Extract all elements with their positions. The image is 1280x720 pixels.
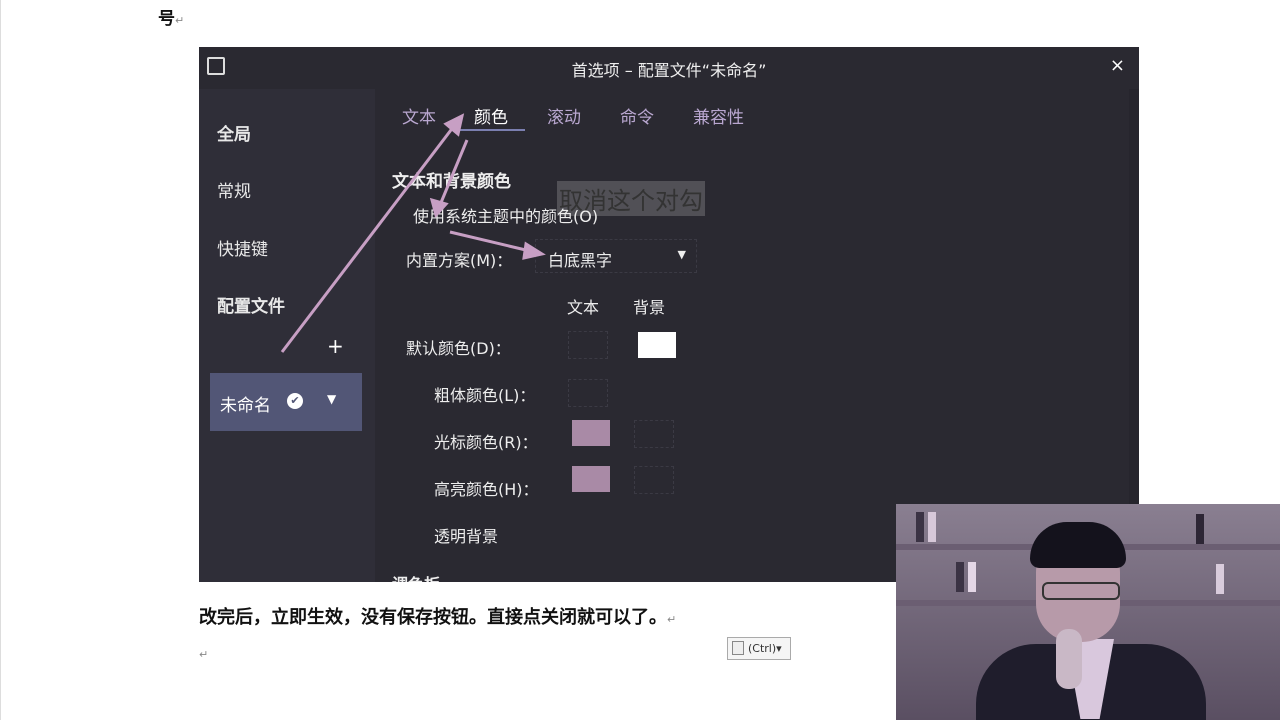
tab-colors[interactable]: 颜色 [474,103,508,128]
profile-menu-icon[interactable]: ▼ [327,392,336,406]
default-check-icon: ✔ [287,393,303,409]
chevron-down-icon: ▼ [677,248,686,261]
palette-title: 调色板 [392,571,440,582]
paste-options-label: (Ctrl)▾ [748,642,782,655]
add-profile-button[interactable]: + [327,334,344,358]
highlight-color-label: 高亮颜色(H)： [434,480,539,499]
paste-options-button[interactable]: (Ctrl)▾ [727,637,791,660]
default-text-swatch[interactable] [568,331,608,359]
tab-text[interactable]: 文本 [402,103,436,128]
book [916,512,924,542]
book [1196,514,1204,544]
sidebar-item-shortcuts[interactable]: 快捷键 [217,235,268,260]
profile-name: 未命名 [220,396,271,416]
sidebar-header-profiles: 配置文件 [217,297,285,317]
scheme-select[interactable]: 白底黑字 ▼ [535,239,697,273]
page-edge [0,0,1,720]
book [956,562,964,592]
cursor-bg-swatch[interactable] [634,420,674,448]
default-color-label: 默认颜色(D)： [406,339,511,358]
cursor-color-label: 光标颜色(R)： [434,433,538,452]
section-title-colors: 文本和背景颜色 [392,172,511,192]
doc-return-mark: ↵ [199,648,209,661]
tab-command[interactable]: 命令 [620,103,654,128]
default-bg-swatch[interactable] [638,332,676,358]
sidebar-item-general[interactable]: 常规 [217,177,251,202]
microphone [1056,629,1082,689]
book [968,562,976,592]
preferences-dialog: 首选项 – 配置文件“未命名” × 全局 常规 快捷键 配置文件 + 未命名 ✔… [199,47,1139,582]
dialog-title: 首选项 – 配置文件“未命名” [571,61,767,80]
clipboard-icon [732,641,744,655]
tab-scrolling[interactable]: 滚动 [547,103,581,128]
cursor-text-swatch[interactable] [572,420,610,446]
scheme-value: 白底黑字 [548,251,613,270]
sidebar-item-profile[interactable]: 未命名 ✔ ▼ [210,373,362,431]
sidebar-header-global: 全局 [217,125,251,145]
transparent-bg-checkbox[interactable]: 透明背景 [434,523,498,547]
sidebar: 全局 常规 快捷键 配置文件 + 未命名 ✔ ▼ [199,89,374,582]
book [1216,564,1224,594]
highlight-text-swatch[interactable] [572,466,610,492]
person-glasses [1042,582,1120,600]
titlebar: 首选项 – 配置文件“未命名” × [199,47,1139,89]
person-hair [1030,522,1126,568]
close-button[interactable]: × [1110,55,1125,76]
active-tab-indicator [459,129,525,131]
tab-compatibility[interactable]: 兼容性 [693,103,744,128]
use-system-colors-checkbox[interactable]: 使用系统主题中的颜色(O) [413,203,598,227]
doc-text-top: 号↵ [158,9,185,29]
bold-color-label: 粗体颜色(L)： [434,386,536,405]
doc-caption: 改完后，立即生效，没有保存按钮。直接点关闭就可以了。↵ [199,607,677,628]
highlight-bg-swatch[interactable] [634,466,674,494]
webcam-overlay [896,504,1280,720]
column-text: 文本 [567,298,600,317]
scheme-label: 内置方案(M)： [406,251,513,270]
column-background: 背景 [633,298,666,317]
book [928,512,936,542]
bold-text-swatch[interactable] [568,379,608,407]
